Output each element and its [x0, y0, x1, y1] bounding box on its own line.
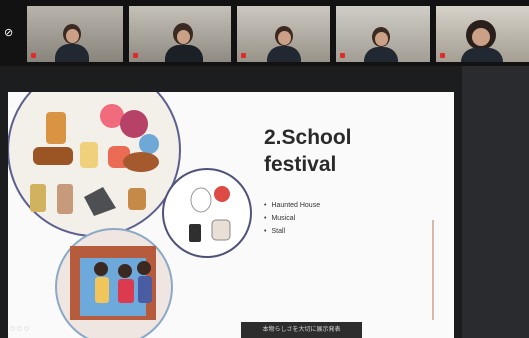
participant-body	[165, 45, 203, 62]
participant-face	[278, 31, 291, 45]
corn-icon	[30, 184, 46, 212]
participant-tile-4[interactable]	[336, 6, 430, 62]
takoyaki-icon	[33, 147, 73, 165]
slide-title-line2: festival	[264, 153, 337, 176]
performer-icon	[95, 277, 109, 303]
slide-bullets: Haunted House Musical Stall	[264, 199, 320, 238]
performer-head-icon	[137, 261, 151, 275]
stage-backdrop-icon	[80, 258, 146, 316]
slide-accent-line	[432, 220, 434, 320]
drink-icon	[139, 134, 159, 154]
mic-muted-icon	[31, 53, 36, 58]
ice-cream-icon	[120, 110, 148, 138]
bullet-musical: Musical	[264, 212, 320, 225]
ghost-icon	[211, 219, 231, 241]
slide-title-line1: 2.School	[264, 126, 352, 149]
yakisoba-icon	[123, 152, 159, 172]
participant-body	[55, 44, 89, 62]
participant-body	[364, 47, 398, 62]
presentation-slide: 2.School festival Haunted House Musical …	[8, 92, 454, 338]
performer-icon	[118, 279, 134, 303]
mic-muted-icon	[133, 53, 138, 58]
participant-body	[461, 48, 503, 62]
corn-dog-icon	[46, 112, 66, 144]
participant-tile-3[interactable]	[237, 6, 330, 62]
beer-icon	[80, 142, 98, 168]
participant-tile-2[interactable]	[129, 6, 231, 62]
participant-body	[267, 46, 301, 62]
slide-title: 2.School festival	[264, 124, 424, 178]
performer-icon	[138, 276, 152, 303]
bullet-haunted-house: Haunted House	[264, 199, 320, 212]
meeting-window: ⊘ 2.School festival • Haunted House • Mu…	[0, 0, 529, 338]
witch-icon	[189, 224, 201, 242]
participant-face	[375, 32, 388, 46]
participant-face	[177, 30, 190, 44]
slide-caption: 本物らしさを大切に展示発表	[241, 322, 362, 338]
skewer-icon	[128, 188, 146, 210]
mic-muted-icon	[241, 53, 246, 58]
mic-muted-icon	[440, 53, 445, 58]
ghost-icon	[190, 187, 212, 213]
bullet-stall: Stall	[264, 225, 320, 238]
performer-head-icon	[118, 264, 132, 278]
mic-muted-icon	[340, 53, 345, 58]
participant-tile-5[interactable]	[436, 6, 529, 62]
kebab-icon	[57, 184, 73, 214]
slide-control-icons[interactable]: ◌ ◌ ◌	[10, 324, 29, 333]
participant-strip: ⊘	[0, 0, 529, 66]
performer-head-icon	[94, 262, 108, 276]
mic-muted-icon[interactable]: ⊘	[4, 26, 18, 40]
participant-tile-1[interactable]	[27, 6, 123, 62]
pumpkin-icon	[214, 186, 230, 202]
participant-face	[66, 29, 79, 43]
participant-face	[472, 28, 490, 46]
right-panel	[462, 66, 529, 338]
